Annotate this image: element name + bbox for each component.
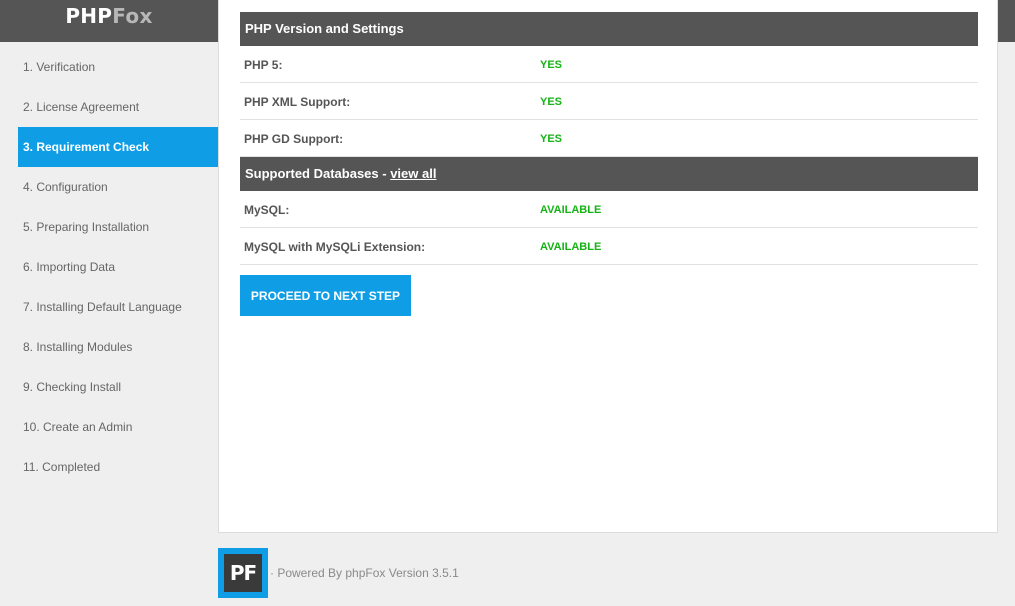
- supported-databases-title: Supported Databases -: [245, 166, 391, 181]
- step-checking-install[interactable]: 9. Checking Install: [18, 367, 218, 407]
- requirement-row: PHP GD Support: YES: [240, 120, 978, 157]
- main-panel: PHP Version and Settings PHP 5: YES PHP …: [218, 0, 998, 533]
- database-row: MySQL with MySQLi Extension: AVAILABLE: [240, 228, 978, 265]
- footer-logo-mark: PF: [224, 554, 262, 592]
- requirement-label: PHP XML Support:: [244, 95, 351, 109]
- step-installing-default-language[interactable]: 7. Installing Default Language: [18, 287, 218, 327]
- step-configuration[interactable]: 4. Configuration: [18, 167, 218, 207]
- requirement-label: PHP 5:: [244, 58, 283, 72]
- database-status: AVAILABLE: [540, 241, 602, 253]
- database-label: MySQL:: [244, 203, 290, 217]
- logo-text-fox: Fox: [112, 4, 153, 28]
- powered-by-text: · Powered By phpFox Version 3.5.1: [270, 566, 459, 580]
- view-all-link[interactable]: view all: [390, 166, 436, 181]
- proceed-next-step-button[interactable]: PROCEED TO NEXT STEP: [240, 275, 411, 316]
- database-row: MySQL: AVAILABLE: [240, 191, 978, 228]
- php-settings-header: PHP Version and Settings: [240, 12, 978, 46]
- supported-databases-header: Supported Databases - view all: [240, 157, 978, 191]
- step-installing-modules[interactable]: 8. Installing Modules: [18, 327, 218, 367]
- database-status: AVAILABLE: [540, 204, 602, 216]
- database-label: MySQL with MySQLi Extension:: [244, 240, 426, 254]
- requirement-label: PHP GD Support:: [244, 132, 344, 146]
- requirement-status: YES: [540, 59, 563, 71]
- phpfox-footer-logo: PF: [218, 548, 268, 598]
- requirement-status: YES: [540, 133, 563, 145]
- logo-text-php: PHP: [65, 4, 113, 28]
- step-preparing-installation[interactable]: 5. Preparing Installation: [18, 207, 218, 247]
- step-license-agreement[interactable]: 2. License Agreement: [18, 87, 218, 127]
- step-verification[interactable]: 1. Verification: [18, 47, 218, 87]
- step-importing-data[interactable]: 6. Importing Data: [18, 247, 218, 287]
- requirement-status: YES: [540, 96, 563, 108]
- step-completed[interactable]: 11. Completed: [18, 447, 218, 487]
- phpfox-logo: PHP Fox: [0, 0, 218, 42]
- step-requirement-check[interactable]: 3. Requirement Check: [18, 127, 218, 167]
- requirement-row: PHP XML Support: YES: [240, 83, 978, 120]
- step-create-admin[interactable]: 10. Create an Admin: [18, 407, 218, 447]
- requirement-row: PHP 5: YES: [240, 46, 978, 83]
- steps-sidebar: 1. Verification 2. License Agreement 3. …: [18, 47, 218, 487]
